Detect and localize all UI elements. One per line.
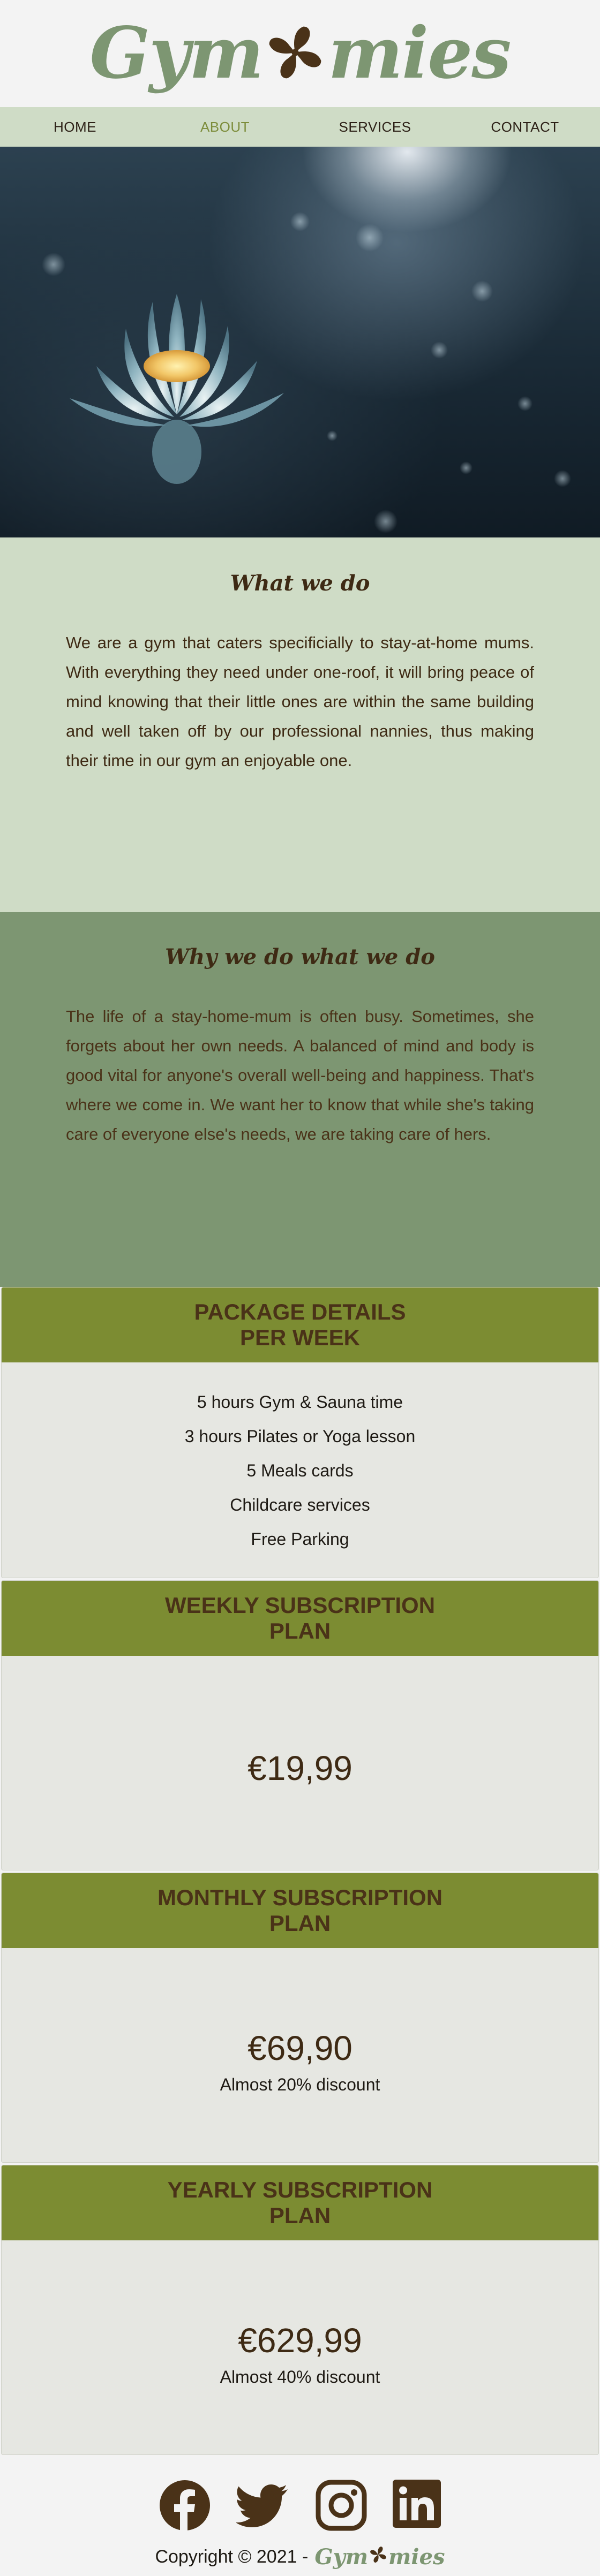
yearly-plan-header: YEARLY SUBSCRIPTION PLAN: [2, 2165, 598, 2240]
yearly-plan-title-line2: PLAN: [269, 2203, 331, 2228]
why-section: Why we do what we do The life of a stay-…: [0, 912, 600, 1287]
main-nav: HOME ABOUT SERVICES CONTACT: [0, 107, 600, 147]
hero-image: [0, 147, 600, 537]
weekly-plan-title-line2: PLAN: [269, 1618, 331, 1643]
why-text: The life of a stay-home-mum is often bus…: [66, 1007, 534, 1143]
why-title: Why we do what we do: [165, 944, 435, 969]
weekly-plan-body: €19,99: [2, 1656, 598, 1870]
copyright: Copyright © 2021 - Gym mies: [0, 2545, 600, 2569]
monthly-plan-header: MONTHLY SUBSCRIPTION PLAN: [2, 1873, 598, 1948]
nav-item-services[interactable]: SERVICES: [300, 119, 450, 135]
nav-item-contact[interactable]: CONTACT: [450, 119, 600, 135]
footer-logo[interactable]: Gym mies: [314, 2545, 445, 2569]
yearly-plan-price: €629,99: [238, 2321, 362, 2360]
yearly-plan-discount: Almost 40% discount: [220, 2367, 380, 2386]
copyright-text: Copyright © 2021 -: [155, 2547, 309, 2567]
yearly-plan-body: €629,99 Almost 40% discount: [2, 2240, 598, 2454]
monthly-plan-title-line1: MONTHLY SUBSCRIPTION: [157, 1885, 443, 1910]
site-header: Gym mies: [0, 0, 600, 107]
pinwheel-icon: [266, 23, 325, 84]
social-links: [0, 2480, 600, 2534]
monthly-plan-body: €69,90 Almost 20% discount: [2, 1948, 598, 2162]
monthly-plan-price: €69,90: [248, 2028, 352, 2067]
monthly-plan-discount: Almost 20% discount: [220, 2074, 380, 2094]
list-item: Free Parking: [251, 1529, 349, 1549]
monthly-plan-title-line2: PLAN: [269, 1911, 331, 1936]
weekly-plan-header: WEEKLY SUBSCRIPTION PLAN: [2, 1581, 598, 1656]
yearly-plan-card[interactable]: YEARLY SUBSCRIPTION PLAN €629,99 Almost …: [1, 2165, 599, 2455]
package-title-line1: PACKAGE DETAILS: [194, 1299, 406, 1324]
site-footer: Copyright © 2021 - Gym mies: [0, 2457, 600, 2576]
weekly-plan-price: €19,99: [248, 1749, 352, 1787]
facebook-icon[interactable]: [159, 2480, 211, 2534]
list-item: 5 hours Gym & Sauna time: [197, 1392, 403, 1412]
logo-text-right: mies: [328, 12, 511, 95]
logo[interactable]: Gym mies: [89, 12, 511, 95]
footer-logo-text-left: Gym: [314, 2544, 369, 2570]
twitter-icon[interactable]: [235, 2480, 290, 2534]
linkedin-icon[interactable]: [393, 2480, 441, 2534]
what-we-do-title: What we do: [230, 571, 370, 596]
nav-item-about[interactable]: ABOUT: [150, 119, 300, 135]
list-item: Childcare services: [230, 1495, 370, 1514]
lotus-flower-image: [42, 212, 571, 533]
list-item: 3 hours Pilates or Yoga lesson: [184, 1427, 416, 1446]
footer-logo-text-right: mies: [388, 2544, 445, 2570]
weekly-plan-title-line1: WEEKLY SUBSCRIPTION: [164, 1593, 436, 1618]
what-we-do-section: What we do We are a gym that caters spec…: [0, 537, 600, 912]
list-item: 5 Meals cards: [246, 1461, 354, 1480]
pinwheel-icon: [369, 2545, 387, 2569]
package-card: PACKAGE DETAILS PER WEEK 5 hours Gym & S…: [1, 1287, 599, 1578]
logo-text-left: Gym: [89, 12, 264, 95]
monthly-plan-card[interactable]: MONTHLY SUBSCRIPTION PLAN €69,90 Almost …: [1, 1873, 599, 2163]
nav-item-home[interactable]: HOME: [0, 119, 150, 135]
instagram-icon[interactable]: [316, 2480, 367, 2534]
package-list: 5 hours Gym & Sauna time 3 hours Pilates…: [2, 1362, 598, 1578]
package-title-line2: PER WEEK: [239, 1325, 361, 1350]
weekly-plan-card[interactable]: WEEKLY SUBSCRIPTION PLAN €19,99: [1, 1580, 599, 1870]
package-card-header: PACKAGE DETAILS PER WEEK: [2, 1287, 598, 1362]
yearly-plan-title-line1: YEARLY SUBSCRIPTION: [167, 2177, 433, 2202]
what-we-do-text: We are a gym that caters specificially t…: [66, 633, 534, 770]
